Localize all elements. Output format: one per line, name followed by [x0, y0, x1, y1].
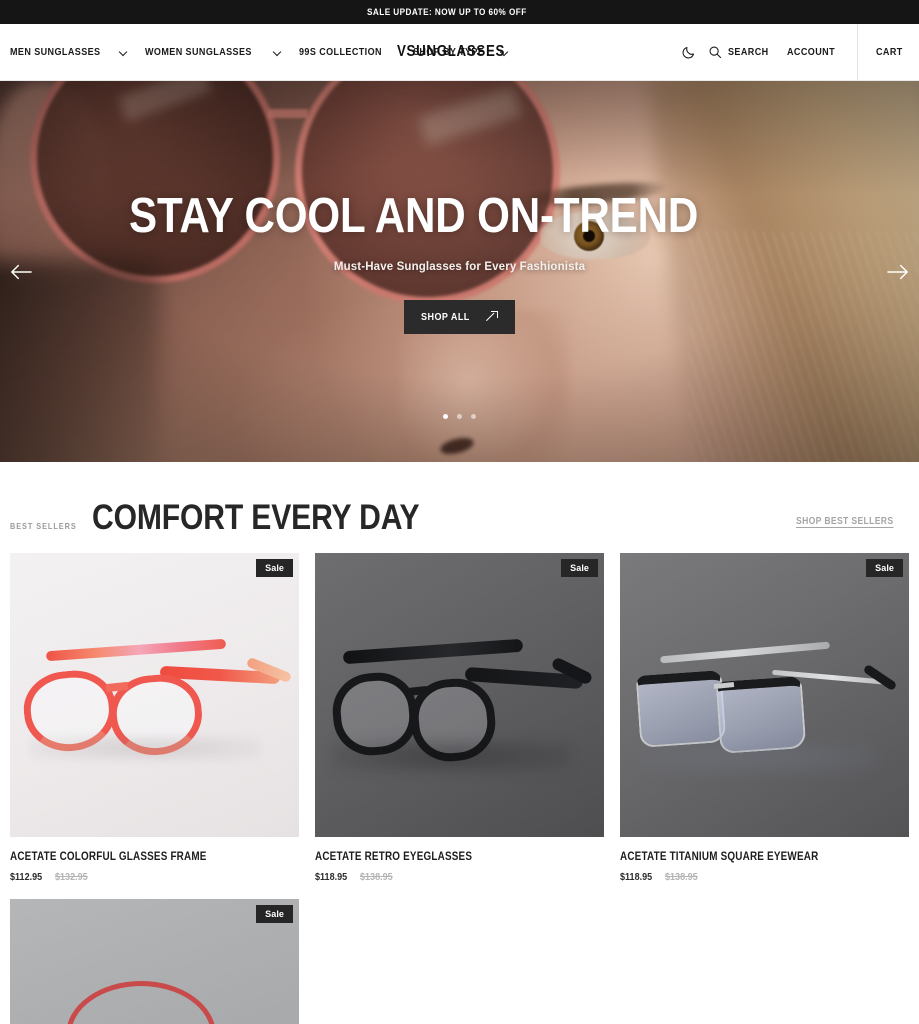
- announcement-text: SALE UPDATE: NOW UP TO 60% OFF: [366, 6, 527, 18]
- arrow-up-right-icon: [487, 311, 498, 322]
- product-title: ACETATE TITANIUM SQUARE EYEWEAR: [620, 851, 819, 863]
- product-image[interactable]: Sale: [315, 553, 604, 837]
- site-header: MEN SUNGLASSES WOMEN SUNGLASSES 99S COLL…: [0, 24, 919, 81]
- product-photo-titanium-square: [620, 553, 909, 837]
- arrow-left-icon: [11, 264, 32, 279]
- section-title: COMFORT EVERY DAY: [91, 498, 420, 537]
- product-title: ACETATE COLORFUL GLASSES FRAME: [10, 851, 207, 863]
- product-photo-colorful-frame: [10, 553, 299, 837]
- search-label: SEARCH: [727, 46, 769, 58]
- cart-label: CART: [875, 46, 903, 58]
- product-compare-price: $138.95: [665, 871, 699, 883]
- best-sellers-section: BEST SELLERS COMFORT EVERY DAY SHOP BEST…: [0, 462, 919, 1024]
- hero-content: STAY COOL AND ON-TREND Must-Have Sunglas…: [0, 81, 919, 462]
- nav-item-label: 99S COLLECTION: [299, 46, 383, 58]
- sale-badge: Sale: [561, 559, 598, 577]
- shop-all-label: SHOP ALL: [421, 310, 470, 323]
- hero-dot-3[interactable]: [471, 414, 476, 419]
- search-button[interactable]: SEARCH: [708, 45, 775, 59]
- shop-all-button[interactable]: SHOP ALL: [404, 299, 515, 334]
- account-label: ACCOUNT: [787, 46, 836, 58]
- product-prices: $118.95 $138.95: [620, 871, 909, 883]
- moon-icon: [682, 46, 694, 58]
- product-grid: Sale ACETATE COLORFUL GLASSES FRAME $112…: [10, 553, 909, 1024]
- hero-dot-2[interactable]: [457, 414, 462, 419]
- nav-item-label: WOMEN SUNGLASSES: [145, 46, 253, 58]
- main-nav: MEN SUNGLASSES WOMEN SUNGLASSES 99S COLL…: [0, 24, 509, 80]
- chevron-down-icon: [120, 48, 128, 56]
- nav-item-shop-by-type[interactable]: SHOP BY TYPE: [413, 46, 509, 58]
- section-eyebrow: BEST SELLERS: [10, 521, 77, 531]
- header-actions: SEARCH ACCOUNT CART: [681, 24, 919, 80]
- product-photo-retro-eyeglasses: [315, 553, 604, 837]
- account-button[interactable]: ACCOUNT: [787, 46, 843, 58]
- product-image[interactable]: Sale: [10, 553, 299, 837]
- product-image[interactable]: Sale: [10, 899, 299, 1024]
- nav-item-label: MEN SUNGLASSES: [10, 46, 101, 58]
- product-compare-price: $132.95: [55, 871, 89, 883]
- product-card[interactable]: Sale: [10, 899, 299, 1024]
- product-price: $118.95: [620, 871, 653, 883]
- theme-toggle-button[interactable]: [681, 45, 696, 60]
- product-compare-price: $138.95: [360, 871, 394, 883]
- hero-subtitle: Must-Have Sunglasses for Every Fashionis…: [333, 260, 586, 273]
- product-card[interactable]: Sale ACETATE COLORFUL GLASSES FRAME $112…: [10, 553, 299, 883]
- sale-badge: Sale: [256, 559, 293, 577]
- product-price: $118.95: [315, 871, 348, 883]
- arrow-right-icon: [887, 264, 908, 279]
- hero-pagination-dots: [0, 414, 919, 419]
- nav-item-label: SHOP BY TYPE: [412, 46, 485, 58]
- search-icon: [709, 46, 722, 59]
- chevron-down-icon: [274, 48, 282, 56]
- product-prices: $118.95 $138.95: [315, 871, 604, 883]
- product-card[interactable]: Sale ACETATE RETRO EYEGLASSES $118.95 $1…: [315, 553, 604, 883]
- nav-item-men-sunglasses[interactable]: MEN SUNGLASSES: [10, 46, 128, 58]
- hero-title: STAY COOL AND ON-TREND: [128, 188, 698, 243]
- announcement-bar: SALE UPDATE: NOW UP TO 60% OFF: [0, 0, 919, 24]
- section-header: BEST SELLERS COMFORT EVERY DAY SHOP BEST…: [10, 462, 909, 535]
- hero-dot-1[interactable]: [443, 414, 448, 419]
- nav-item-99s-collection[interactable]: 99S COLLECTION: [299, 46, 395, 58]
- product-prices: $112.95 $132.95: [10, 871, 299, 883]
- chevron-down-icon: [501, 48, 509, 56]
- product-price: $112.95: [10, 871, 43, 883]
- product-image[interactable]: Sale: [620, 553, 909, 837]
- cart-button[interactable]: CART: [856, 24, 919, 80]
- shop-best-sellers-link[interactable]: SHOP BEST SELLERS: [796, 516, 893, 527]
- sale-badge: Sale: [256, 905, 293, 923]
- sale-badge: Sale: [866, 559, 903, 577]
- hero-prev-button[interactable]: [4, 255, 38, 289]
- hero-next-button[interactable]: [881, 255, 915, 289]
- hero-slider: STAY COOL AND ON-TREND Must-Have Sunglas…: [0, 81, 919, 462]
- nav-item-women-sunglasses[interactable]: WOMEN SUNGLASSES: [145, 46, 282, 58]
- product-title: ACETATE RETRO EYEGLASSES: [315, 851, 473, 863]
- product-card[interactable]: Sale ACETATE TITANIUM SQUARE EYEWEAR $11…: [620, 553, 909, 883]
